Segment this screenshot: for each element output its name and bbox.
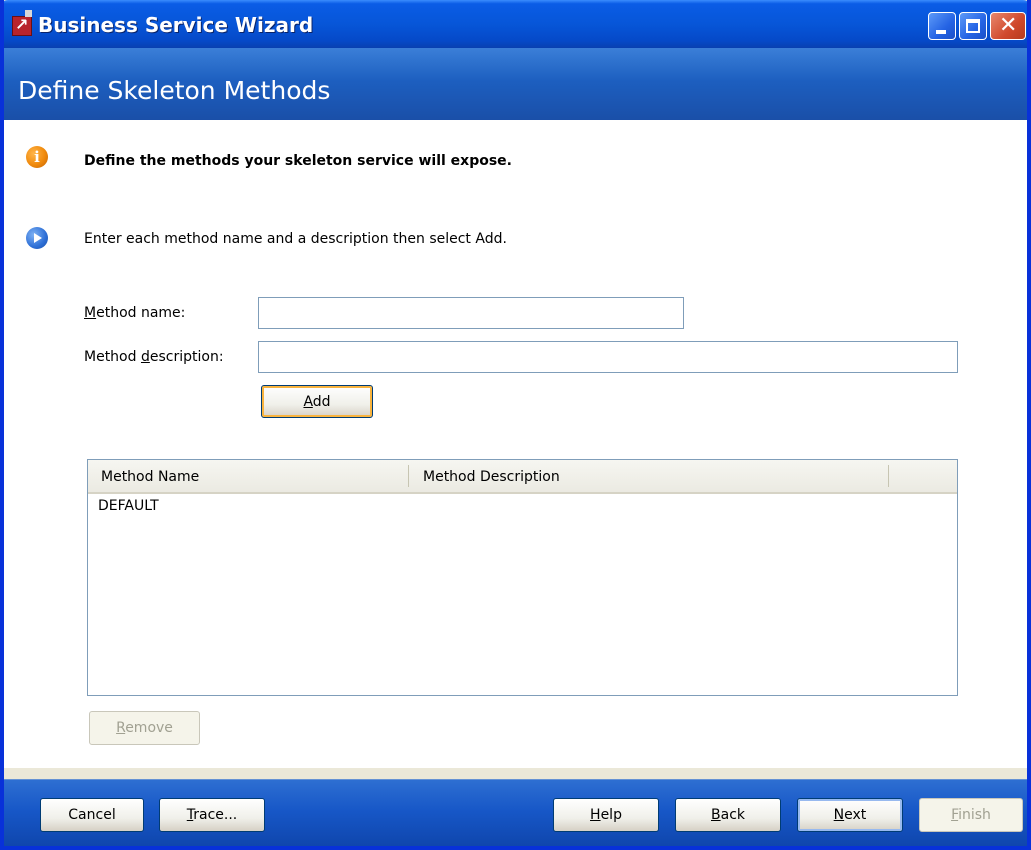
- wizard-window: ↗ Business Service Wizard ✕ Define Skele…: [0, 0, 1031, 850]
- remove-button-mnemonic: R: [116, 720, 126, 736]
- cancel-button[interactable]: Cancel: [40, 798, 144, 832]
- window-title: Business Service Wizard: [38, 13, 314, 37]
- maximize-icon: [966, 19, 980, 33]
- method-name-label-text: ethod name:: [96, 305, 186, 321]
- method-description-label-rest: escription:: [149, 349, 224, 365]
- method-description-label: Method description:: [84, 349, 224, 365]
- method-name-input[interactable]: [258, 297, 684, 329]
- next-button-rest: ext: [844, 807, 867, 823]
- table-row-method-name[interactable]: DEFAULT: [98, 498, 159, 514]
- back-button-mnemonic: B: [711, 807, 721, 823]
- minimize-button[interactable]: [928, 12, 956, 40]
- finish-button-rest: inish: [958, 807, 991, 823]
- methods-table[interactable]: Method Name Method Description DEFAULT: [87, 459, 958, 696]
- method-name-label-mnemonic: M: [84, 305, 97, 321]
- next-button-mnemonic: N: [833, 807, 845, 823]
- help-button[interactable]: Help: [553, 798, 659, 832]
- column-divider[interactable]: [408, 465, 409, 487]
- column-divider[interactable]: [888, 465, 889, 487]
- add-button[interactable]: Add: [261, 385, 373, 418]
- info-icon: i: [26, 146, 48, 168]
- finish-button[interactable]: Finish: [919, 798, 1023, 832]
- method-description-label-mnemonic: d: [140, 349, 150, 365]
- minimize-icon: [936, 30, 946, 34]
- step-heading: Define the methods your skeleton service…: [84, 153, 512, 169]
- methods-table-header: Method Name Method Description: [88, 460, 957, 494]
- column-header-method-description[interactable]: Method Description: [423, 469, 560, 485]
- wizard-footer: Cancel Trace... Help Back Next Finish: [4, 768, 1027, 846]
- step-instruction: Enter each method name and a description…: [84, 231, 507, 247]
- next-button[interactable]: Next: [797, 798, 903, 832]
- method-description-input[interactable]: [258, 341, 958, 373]
- add-button-rest: dd: [312, 393, 331, 410]
- method-name-label: Method name:: [84, 305, 185, 321]
- column-header-method-name[interactable]: Method Name: [101, 469, 199, 485]
- trace-button[interactable]: Trace...: [159, 798, 265, 832]
- back-button-rest: ack: [720, 807, 745, 823]
- help-button-mnemonic: H: [590, 807, 601, 823]
- close-icon: ✕: [999, 13, 1018, 38]
- wizard-app-icon: ↗: [12, 10, 32, 36]
- help-button-rest: elp: [600, 807, 622, 823]
- trace-button-rest: race...: [193, 807, 238, 823]
- maximize-button[interactable]: [959, 12, 987, 40]
- method-description-label-prefix: Method: [84, 349, 141, 365]
- title-bar: ↗ Business Service Wizard ✕: [4, 0, 1027, 48]
- add-button-mnemonic: A: [303, 393, 313, 410]
- step-arrow-icon: [26, 227, 48, 249]
- remove-button[interactable]: Remove: [89, 711, 200, 745]
- back-button[interactable]: Back: [675, 798, 781, 832]
- page-title: Define Skeleton Methods: [18, 76, 331, 105]
- wizard-banner: Define Skeleton Methods: [4, 48, 1027, 120]
- close-button[interactable]: ✕: [990, 12, 1026, 40]
- remove-button-rest: emove: [125, 720, 173, 736]
